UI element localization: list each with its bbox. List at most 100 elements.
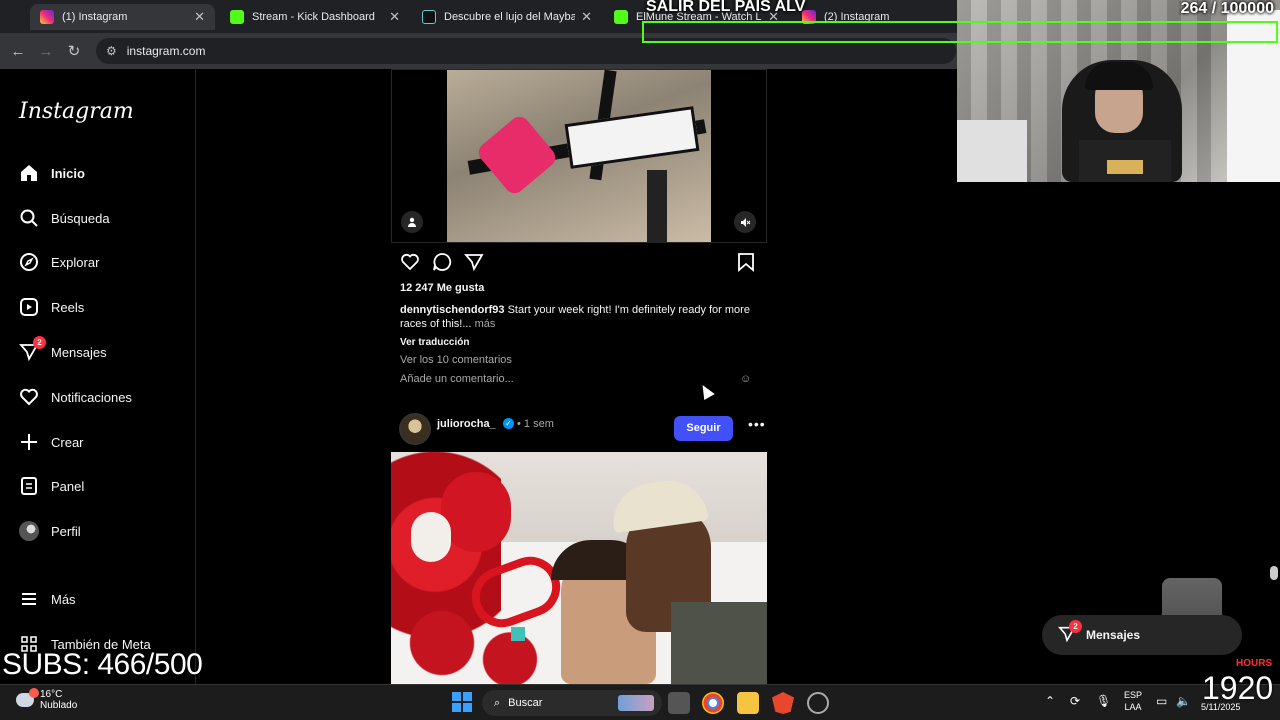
- search-highlight-image: [618, 695, 654, 711]
- brave-icon[interactable]: [772, 692, 794, 714]
- task-view-icon[interactable]: [668, 692, 690, 714]
- sidebar-item-label: Panel: [51, 478, 85, 494]
- user-tag-icon[interactable]: [401, 211, 423, 233]
- tab-title: (1) Instagram: [62, 11, 128, 23]
- caption-username[interactable]: dennytischendorf93: [400, 304, 505, 316]
- search-icon: [18, 207, 40, 229]
- kick-icon: [614, 10, 628, 24]
- notification-badge: 2: [1069, 619, 1082, 633]
- dashboard-icon: [18, 475, 40, 497]
- tab-tiktok[interactable]: Descubre el lujo del Maybach S ✕: [412, 4, 602, 30]
- more-link[interactable]: más: [475, 318, 496, 330]
- plus-icon: [18, 431, 40, 453]
- sidebar-item-label: Perfil: [51, 523, 81, 539]
- view-comments-link[interactable]: Ver los 10 comentarios: [400, 354, 512, 366]
- kick-icon: [230, 10, 244, 24]
- instagram-sidebar: Instagram Inicio Búsqueda Explorar Reels…: [0, 69, 196, 684]
- weather-condition: Nublado: [40, 700, 78, 711]
- video-frame: [447, 70, 711, 242]
- sidebar-item-label: Mensajes: [51, 344, 107, 360]
- taskbar-search[interactable]: ⌕ Buscar: [482, 690, 662, 716]
- instagram-feed: 12 247 Me gusta dennytischendorf93 Start…: [391, 69, 767, 684]
- reels-icon: [18, 296, 40, 318]
- post-username[interactable]: juliorocha_: [437, 418, 496, 430]
- instagram-icon: [40, 10, 54, 24]
- sidebar-item-reels[interactable]: Reels: [18, 293, 84, 321]
- sidebar-item-explorar[interactable]: Explorar: [18, 248, 99, 276]
- more-options-icon[interactable]: •••: [748, 416, 766, 432]
- file-explorer-icon[interactable]: [737, 692, 759, 714]
- post-actions: [400, 252, 757, 276]
- stream-goal-count: 264 / 100000: [1180, 0, 1274, 17]
- microphone-icon[interactable]: 🎙: [1096, 694, 1111, 708]
- sidebar-item-perfil[interactable]: Perfil: [18, 517, 81, 545]
- tab-instagram-1[interactable]: (1) Instagram ✕: [30, 4, 215, 30]
- hours-label: HOURS: [1236, 658, 1273, 669]
- compass-icon: [18, 251, 40, 273]
- instagram-logo[interactable]: Instagram: [19, 99, 134, 124]
- sidebar-item-mensajes[interactable]: 2 Mensajes: [18, 336, 107, 366]
- sidebar-item-label: Notificaciones: [51, 389, 132, 405]
- search-placeholder: Buscar: [508, 697, 543, 709]
- reload-icon[interactable]: ↻: [60, 42, 88, 60]
- sidebar-item-mas[interactable]: Más: [18, 585, 76, 613]
- tab-kick-dashboard[interactable]: Stream - Kick Dashboard ✕: [220, 4, 410, 30]
- sidebar-item-busqueda[interactable]: Búsqueda: [18, 204, 110, 232]
- mute-icon[interactable]: [734, 211, 756, 233]
- app-icon[interactable]: [807, 692, 829, 714]
- add-comment-input[interactable]: Añade un comentario...: [400, 373, 514, 385]
- sidebar-item-inicio[interactable]: Inicio: [18, 159, 85, 187]
- verified-icon: ✓: [503, 418, 514, 429]
- forward-icon[interactable]: →: [32, 43, 60, 60]
- comment-icon[interactable]: [432, 252, 452, 277]
- volume-icon[interactable]: 🔈: [1176, 694, 1191, 708]
- sidebar-item-crear[interactable]: Crear: [18, 428, 84, 456]
- temperature: 16°C: [40, 689, 63, 700]
- tiktok-icon: [422, 10, 436, 24]
- sidebar-item-notificaciones[interactable]: Notificaciones: [18, 383, 132, 411]
- search-icon: ⌕: [494, 696, 501, 709]
- stream-goal-bar: [642, 21, 1278, 43]
- sidebar-item-label: Inicio: [51, 165, 85, 181]
- emoji-icon[interactable]: ☺: [740, 373, 751, 385]
- stream-goal-title: SALIR DEL PAIS ALV: [646, 0, 806, 15]
- chrome-icon[interactable]: [702, 692, 724, 714]
- post-header: juliorocha_ ✓ • 1 sem Seguir •••: [399, 412, 765, 446]
- chevron-up-icon[interactable]: ⌃: [1045, 694, 1055, 708]
- site-info-icon[interactable]: ⚙: [106, 44, 117, 58]
- tab-title: Stream - Kick Dashboard: [252, 11, 375, 23]
- scrollbar-thumb[interactable]: [1270, 566, 1278, 580]
- see-translation-link[interactable]: Ver traducción: [400, 337, 469, 348]
- like-count[interactable]: 12 247 Me gusta: [400, 282, 484, 294]
- like-icon[interactable]: [400, 252, 420, 277]
- input-language[interactable]: ESP LAA: [1124, 689, 1142, 713]
- sidebar-item-label: Búsqueda: [51, 210, 110, 226]
- sidebar-item-panel[interactable]: Panel: [18, 472, 84, 500]
- sidebar-item-label: Explorar: [51, 254, 100, 270]
- avatar[interactable]: [399, 413, 431, 445]
- share-icon[interactable]: [464, 252, 484, 277]
- close-icon[interactable]: ✕: [389, 9, 400, 25]
- close-icon[interactable]: ✕: [194, 9, 205, 25]
- sidebar-item-label: Más: [51, 591, 76, 607]
- sync-icon[interactable]: ⟳: [1070, 694, 1080, 708]
- post-photo[interactable]: [391, 452, 767, 684]
- windows-taskbar: 16°C Nublado ⌕ Buscar ⌃ ⟳ 🎙 ESP LAA ▭ 🔈: [0, 684, 1280, 720]
- post-video[interactable]: [391, 69, 767, 243]
- tab-title: Descubre el lujo del Maybach S: [444, 11, 576, 23]
- messenger-icon: 2: [1058, 619, 1082, 646]
- messages-bubble[interactable]: 2 Mensajes: [1042, 615, 1242, 655]
- notification-badge: 2: [33, 336, 46, 349]
- weather-widget[interactable]: 16°C Nublado: [16, 688, 78, 711]
- taskbar-date[interactable]: 5/11/2025: [1201, 702, 1240, 712]
- url-text: instagram.com: [126, 44, 206, 58]
- follow-button[interactable]: Seguir: [674, 416, 733, 441]
- post-caption: dennytischendorf93 Start your week right…: [400, 303, 760, 331]
- heart-icon: [18, 386, 40, 408]
- back-icon[interactable]: ←: [4, 43, 32, 60]
- close-icon[interactable]: ✕: [581, 9, 592, 25]
- save-icon[interactable]: [737, 252, 755, 277]
- messages-bubble-label: Mensajes: [1086, 628, 1141, 642]
- network-icon[interactable]: ▭: [1156, 694, 1167, 708]
- windows-start-icon[interactable]: [452, 692, 472, 712]
